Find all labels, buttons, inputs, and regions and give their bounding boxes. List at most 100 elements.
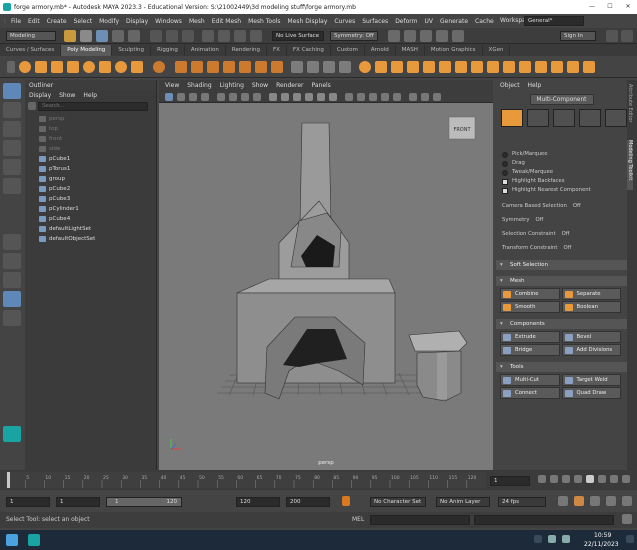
- menu-curves[interactable]: Curves: [334, 18, 355, 25]
- color-management-icon[interactable]: [433, 92, 441, 101]
- shelf-tab-animation[interactable]: Animation: [185, 44, 226, 56]
- select-object-icon[interactable]: [166, 29, 178, 42]
- single-view-icon[interactable]: [3, 234, 21, 250]
- menu-mesh[interactable]: Mesh: [189, 18, 205, 25]
- hypershade-icon[interactable]: [452, 29, 464, 42]
- folder-icon[interactable]: [64, 29, 76, 42]
- viewport-menu-show[interactable]: Show: [252, 82, 268, 89]
- boolean-button[interactable]: Boolean: [561, 301, 621, 313]
- xray-icon[interactable]: [345, 92, 353, 101]
- smooth-button[interactable]: Smooth: [500, 301, 560, 313]
- workspace-dropdown[interactable]: General*: [524, 16, 584, 26]
- outliner-item[interactable]: pCube1: [39, 154, 156, 164]
- range-slider[interactable]: 1 120: [106, 497, 182, 507]
- outliner-layout-icon[interactable]: [3, 291, 21, 307]
- menu-set-dropdown[interactable]: Modeling: [6, 30, 56, 41]
- planar-map-icon[interactable]: [583, 60, 595, 73]
- checkbox[interactable]: [502, 187, 508, 194]
- script-editor-icon[interactable]: [622, 514, 632, 524]
- windows-start-icon[interactable]: [6, 534, 18, 546]
- platonic-solid-icon[interactable]: [131, 60, 143, 73]
- anim-prefs-icon[interactable]: [606, 496, 616, 506]
- connect-button[interactable]: Connect: [500, 387, 560, 399]
- end-time-field[interactable]: 200: [286, 497, 330, 507]
- auto-key-icon[interactable]: [590, 496, 600, 506]
- shelf-tab-arnold[interactable]: Arnold: [365, 44, 396, 56]
- network-icon[interactable]: [548, 535, 556, 543]
- snap-point-icon[interactable]: [234, 29, 246, 42]
- select-hierarchy-icon[interactable]: [150, 29, 162, 42]
- poly-disc-icon[interactable]: [115, 60, 127, 73]
- poly-cube-icon[interactable]: [35, 60, 47, 73]
- setting-value[interactable]: Off: [562, 230, 570, 239]
- menu-cache[interactable]: Cache: [475, 18, 494, 25]
- command-input[interactable]: [370, 515, 470, 525]
- menu-mesh-tools[interactable]: Mesh Tools: [248, 18, 280, 25]
- menu-deform[interactable]: Deform: [395, 18, 417, 25]
- outliner-menu-display[interactable]: Display: [29, 92, 51, 99]
- lights-icon[interactable]: [317, 92, 325, 101]
- menu-generate[interactable]: Generate: [440, 18, 468, 25]
- shelf-tab-fx-caching[interactable]: FX Caching: [287, 44, 331, 56]
- append-icon[interactable]: [423, 60, 435, 73]
- wireframe-on-shaded-icon[interactable]: [293, 92, 301, 101]
- components-section[interactable]: Components: [496, 319, 627, 329]
- scene-3d[interactable]: FRONT persp: [159, 103, 493, 470]
- script-language-label[interactable]: MEL: [352, 516, 364, 523]
- current-frame-field[interactable]: 1: [490, 476, 530, 486]
- poly-sphere-icon[interactable]: [19, 60, 31, 73]
- isolate-select-icon[interactable]: [357, 92, 365, 101]
- toolkit-menu-help[interactable]: Help: [528, 82, 542, 89]
- smooth-shade-icon[interactable]: [281, 92, 289, 101]
- add-divisions-button[interactable]: Add Divisions: [561, 344, 621, 356]
- playback-end-field[interactable]: 120: [236, 497, 280, 507]
- shelf-tab-xgen[interactable]: XGen: [483, 44, 511, 56]
- render-settings-icon[interactable]: [436, 29, 448, 42]
- maya-m-icon[interactable]: [3, 426, 21, 442]
- redo-icon[interactable]: [128, 29, 140, 42]
- poly-plane-icon[interactable]: [99, 60, 111, 73]
- menu-create[interactable]: Create: [47, 18, 67, 25]
- anim-layer-dropdown[interactable]: No Anim Layer: [436, 497, 490, 507]
- viewport-menu-shading[interactable]: Shading: [187, 82, 211, 89]
- radio-button[interactable]: [502, 169, 508, 176]
- toolkit-title-button[interactable]: Multi-Component: [529, 94, 594, 105]
- smooth-icon[interactable]: [223, 60, 235, 73]
- bevel-icon[interactable]: [271, 60, 283, 73]
- wireframe-icon[interactable]: [269, 92, 277, 101]
- outliner-item[interactable]: persp: [39, 114, 156, 124]
- shelf-tab-fx[interactable]: FX: [267, 44, 287, 56]
- camera-icon[interactable]: [165, 92, 173, 101]
- render-frame-icon[interactable]: [388, 29, 400, 42]
- attribute-editor-tab[interactable]: Attribute Editor: [627, 84, 633, 134]
- ipr-render-icon[interactable]: [420, 29, 432, 42]
- setting-value[interactable]: Off: [573, 202, 581, 211]
- sculpt-icon[interactable]: [375, 60, 387, 73]
- sweep-mesh-icon[interactable]: [175, 60, 187, 73]
- sign-in-button[interactable]: Sign In: [560, 31, 596, 41]
- viewport-menu-lighting[interactable]: Lighting: [220, 82, 244, 89]
- move-tool-icon[interactable]: [3, 140, 21, 156]
- outliner-item[interactable]: top: [39, 124, 156, 134]
- fps-dropdown[interactable]: 24 fps: [498, 497, 546, 507]
- close-button[interactable]: ✕: [619, 0, 637, 14]
- notifications-icon[interactable]: [626, 535, 634, 543]
- shelf-tab-sculpting[interactable]: Sculpting: [112, 44, 151, 56]
- super-shape-icon[interactable]: [153, 60, 165, 73]
- triangulate-icon[interactable]: [471, 60, 483, 73]
- toggle-panel-icon[interactable]: [606, 30, 618, 42]
- multi-cut-icon[interactable]: [323, 60, 335, 73]
- face-mode-icon[interactable]: [579, 109, 601, 127]
- tray-chevron-icon[interactable]: [534, 535, 542, 543]
- setting-row[interactable]: Camera Based Selection Off: [502, 199, 627, 213]
- four-view-icon[interactable]: [3, 253, 21, 269]
- shadows-icon[interactable]: [329, 92, 337, 101]
- sew-uv-icon[interactable]: [535, 60, 547, 73]
- extrude-button[interactable]: Extrude: [500, 331, 560, 343]
- setting-row[interactable]: Selection Constraint Off: [502, 227, 627, 241]
- poly-torus-icon[interactable]: [83, 60, 95, 73]
- playback-settings-icon[interactable]: [622, 496, 632, 506]
- rotate-tool-icon[interactable]: [3, 159, 21, 175]
- scale-tool-icon[interactable]: [3, 178, 21, 194]
- character-set-dropdown[interactable]: No Character Set: [370, 497, 426, 507]
